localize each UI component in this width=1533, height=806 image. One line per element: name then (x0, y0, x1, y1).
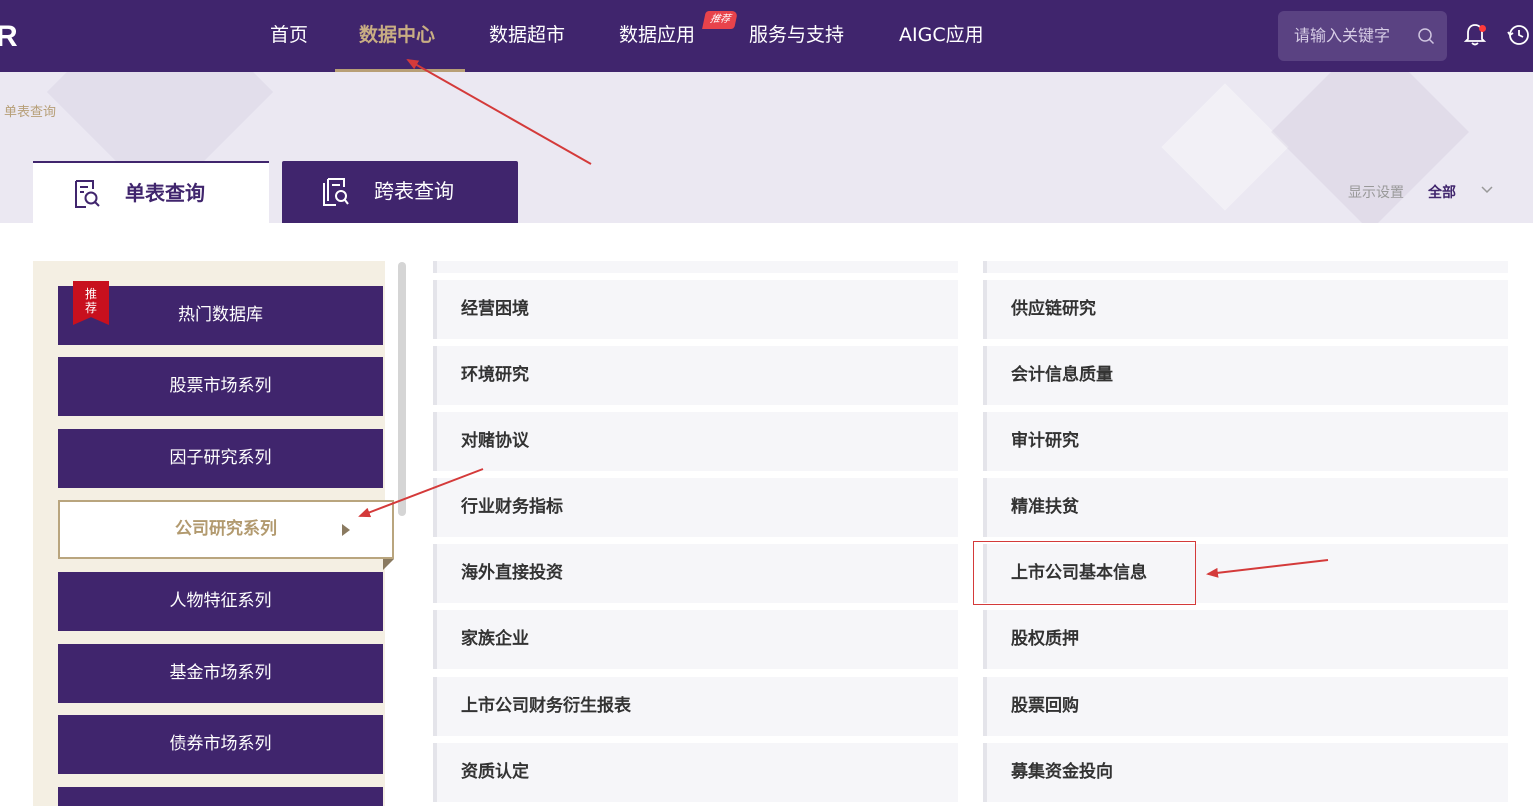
sidebar-item-label: 债券市场系列 (169, 734, 272, 754)
grid-item[interactable]: 精准扶贫 (983, 478, 1508, 537)
grid-item-partial[interactable] (983, 261, 1508, 273)
tab-label: 跨表查询 (374, 179, 454, 203)
grid-item-partial[interactable] (433, 261, 958, 273)
sidebar-item-stock-market[interactable]: 股票市场系列 (58, 357, 383, 416)
sidebar-item-label: 热门数据库 (178, 305, 263, 325)
grid-item[interactable]: 经营困境 (433, 280, 958, 339)
tab-single-table-query[interactable]: 单表查询 (33, 161, 269, 223)
search-document-icon (75, 180, 100, 208)
grid-item[interactable]: 海外直接投资 (433, 544, 958, 603)
sidebar-item-label: 股票市场系列 (169, 376, 272, 396)
logo[interactable]: R (0, 20, 18, 54)
multi-document-icon (323, 178, 349, 206)
sidebar-item-label: 人物特征系列 (169, 591, 272, 611)
grid-item-listed-company-info[interactable]: 上市公司基本信息 (983, 544, 1508, 603)
history-icon[interactable] (1506, 22, 1532, 48)
top-navigation: R 首页 数据中心 数据超市 数据应用 推荐 服务与支持 AIGC应用 请输入关… (0, 0, 1533, 72)
notification-dot (1479, 25, 1486, 32)
sidebar-item-person-traits[interactable]: 人物特征系列 (58, 572, 383, 631)
sidebar-item-label: 基金市场系列 (169, 663, 272, 683)
search-icon[interactable] (1417, 27, 1435, 45)
chevron-down-icon[interactable] (1480, 183, 1494, 197)
nav-data-market[interactable]: 数据超市 (489, 0, 565, 72)
nav-service-support[interactable]: 服务与支持 (749, 0, 844, 72)
grid-item[interactable]: 供应链研究 (983, 280, 1508, 339)
grid-item[interactable]: 上市公司财务衍生报表 (433, 677, 958, 736)
grid-item[interactable]: 对赌协议 (433, 412, 958, 471)
nav-data-center[interactable]: 数据中心 (359, 0, 435, 72)
grid-item[interactable]: 环境研究 (433, 346, 958, 405)
search-placeholder: 请输入关键字 (1294, 26, 1391, 45)
grid-item[interactable]: 股票回购 (983, 677, 1508, 736)
display-settings-label: 显示设置 (1348, 185, 1404, 201)
nav-aigc-apps[interactable]: AIGC应用 (899, 0, 984, 72)
caret-right-icon (342, 524, 350, 536)
search-input[interactable]: 请输入关键字 (1278, 11, 1447, 61)
display-settings-select[interactable]: 全部 (1428, 182, 1456, 202)
hot-badge: 推荐 (702, 11, 738, 29)
tab-label: 单表查询 (125, 181, 205, 205)
grid-item[interactable]: 股权质押 (983, 610, 1508, 669)
sidebar-item-company-research[interactable]: 公司研究系列 (58, 500, 394, 559)
sidebar-item-label: 因子研究系列 (169, 448, 272, 468)
active-item-corner (383, 559, 394, 570)
sidebar-item-partial[interactable] (58, 787, 383, 806)
sidebar-item-label: 公司研究系列 (175, 519, 277, 539)
breadcrumb[interactable]: 单表查询 (4, 101, 56, 120)
grid-item[interactable]: 资质认定 (433, 743, 958, 802)
grid-item[interactable]: 行业财务指标 (433, 478, 958, 537)
sidebar-item-fund-market[interactable]: 基金市场系列 (58, 644, 383, 703)
grid-item[interactable]: 募集资金投向 (983, 743, 1508, 802)
grid-item[interactable]: 会计信息质量 (983, 346, 1508, 405)
sidebar-item-factor-research[interactable]: 因子研究系列 (58, 429, 383, 488)
nav-data-apps[interactable]: 数据应用 (619, 0, 695, 72)
grid-item[interactable]: 审计研究 (983, 412, 1508, 471)
sidebar-item-bond-market[interactable]: 债券市场系列 (58, 715, 383, 774)
banner-decoration (1161, 83, 1289, 211)
grid-item[interactable]: 家族企业 (433, 610, 958, 669)
sidebar-scrollbar[interactable] (398, 262, 406, 516)
tab-cross-table-query[interactable]: 跨表查询 (282, 161, 518, 223)
nav-home[interactable]: 首页 (270, 0, 308, 72)
